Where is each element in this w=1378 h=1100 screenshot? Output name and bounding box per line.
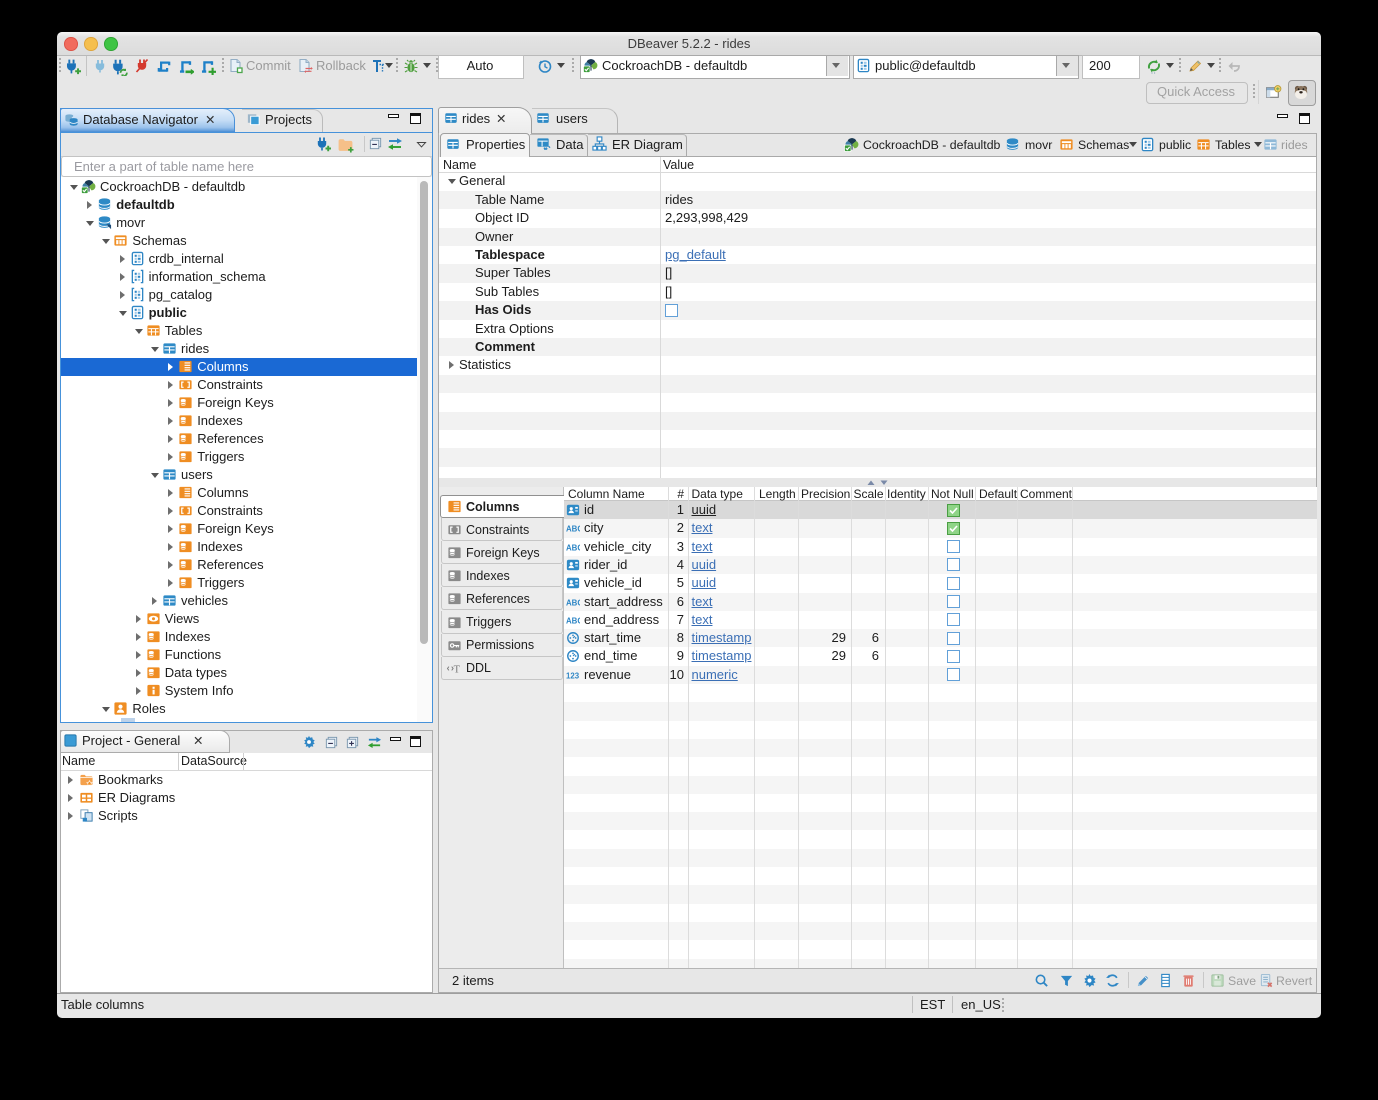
svg-text:123: 123: [566, 671, 580, 680]
svg-text:ABC: ABC: [566, 543, 580, 552]
svg-text:‹›: ‹›: [544, 146, 548, 151]
svg-text:ABC: ABC: [566, 525, 580, 534]
svg-text:T: T: [454, 664, 461, 675]
svg-text:ABC: ABC: [566, 598, 580, 607]
svg-text:ABC: ABC: [566, 616, 580, 625]
